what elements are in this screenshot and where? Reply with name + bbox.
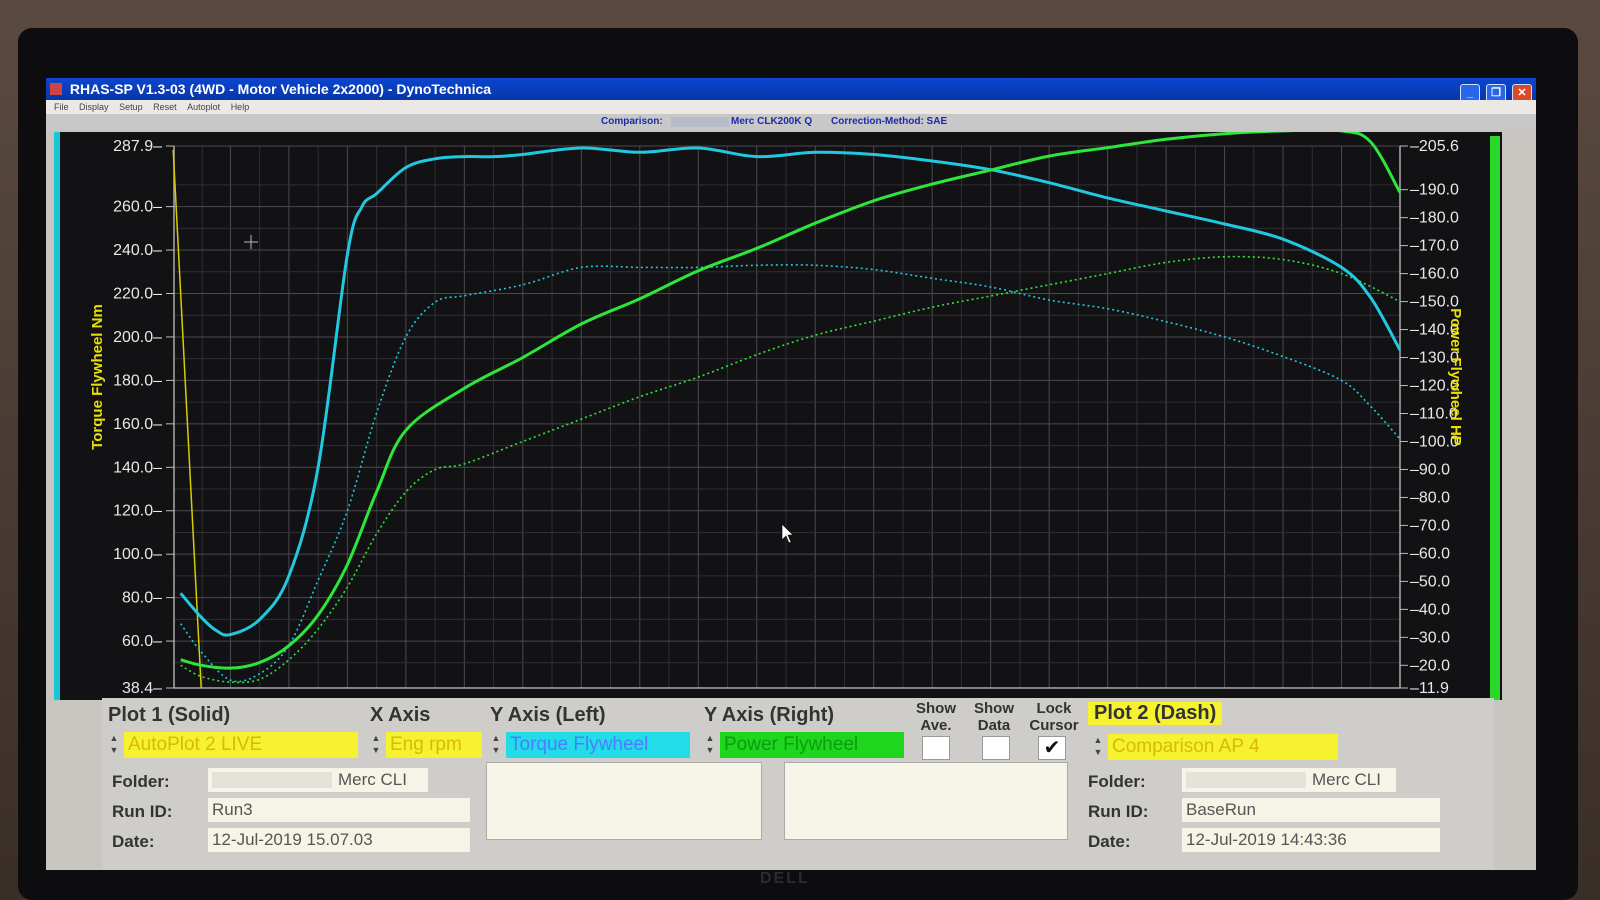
crosshair-icon: [244, 235, 258, 249]
y2-tick-label: –170.0: [1410, 238, 1459, 255]
x-axis-header: X Axis: [370, 704, 431, 726]
info-panel-right: [784, 762, 1068, 840]
y2-tick-label: –30.0: [1410, 629, 1450, 646]
y-right-header: Y Axis (Right): [704, 704, 835, 726]
comparison-name: Merc CLK200K Q: [731, 116, 813, 127]
y-tick-label: 200.0–: [113, 329, 162, 346]
monitor-brand-logo: DELL: [760, 870, 810, 887]
show-data-checkbox[interactable]: [982, 736, 1010, 760]
x-axis-spinner-icon[interactable]: ▲ ▼: [370, 732, 382, 758]
checkmark-icon: ✔: [1043, 737, 1061, 759]
plot1-runid-label: Run ID:: [112, 802, 173, 821]
y2-tick-label: –160.0: [1410, 266, 1459, 283]
menu-bar: File Display Setup Reset Autoplot Help: [46, 100, 1536, 114]
y2-tick-label: –90.0: [1410, 461, 1450, 478]
y-left-select[interactable]: Torque Flywheel: [506, 732, 690, 758]
plot2-date-label: Date:: [1088, 832, 1131, 851]
menu-display[interactable]: Display: [79, 102, 109, 112]
plot1-date-label: Date:: [112, 832, 155, 851]
plot1-date-field: 12-Jul-2019 15.07.03: [208, 828, 470, 852]
show-ave-label: Show Ave.: [916, 700, 956, 734]
y-tick-label: 100.0–: [113, 546, 162, 563]
right-axis-stripe: [1490, 136, 1500, 700]
comparison-label: Comparison:: [601, 116, 663, 127]
title-bar: RHAS-SP V1.3-03 (4WD - Motor Vehicle 2x2…: [46, 78, 1536, 103]
y-right-spinner-icon[interactable]: ▲ ▼: [704, 732, 716, 758]
redacted-block: [212, 772, 332, 788]
mouse-pointer-icon: [781, 523, 794, 544]
control-panel: Plot 1 (Solid) ▲ ▼ AutoPlot 2 LIVE X Axis…: [102, 698, 1494, 870]
dyno-chart[interactable]: 287.9– 260.0– 240.0– 220.0– 200.0– 180.0– 160.…: [54, 132, 1502, 700]
cursor-line: [172, 149, 202, 689]
chart-svg: 287.9– 260.0– 240.0– 220.0– 200.0– 180.0– 160.…: [89, 132, 1464, 700]
show-ave-checkbox[interactable]: [922, 736, 950, 760]
torque-solid-series: [179, 146, 1402, 637]
plot2-folder-field: Merc CLI: [1182, 768, 1396, 792]
y-tick-label: 38.4–: [122, 680, 162, 697]
y2-tick-label: –205.6: [1410, 138, 1459, 155]
y-axis-title: Torque Flywheel Nm: [89, 304, 106, 450]
plot2-runid-label: Run ID:: [1088, 802, 1149, 821]
plot2-runid-field: BaseRun: [1182, 798, 1440, 822]
power-dash-series: [180, 255, 1401, 684]
plot1-folder-label: Folder:: [112, 772, 170, 791]
redacted-block: [1186, 772, 1306, 788]
menu-file[interactable]: File: [54, 102, 69, 112]
menu-help[interactable]: Help: [231, 102, 250, 112]
y2-axis-title: Power Flywheel HP: [1447, 308, 1464, 446]
menu-setup[interactable]: Setup: [119, 102, 143, 112]
plot1-header: Plot 1 (Solid): [108, 704, 231, 726]
y2-tick-label: –40.0: [1410, 601, 1450, 618]
y2-tick-label: –190.0: [1410, 182, 1459, 199]
menu-autoplot[interactable]: Autoplot: [187, 102, 220, 112]
y-tick-label: 180.0–: [113, 372, 162, 389]
plot1-folder-field: Merc CLI: [208, 768, 428, 792]
app-icon: [50, 83, 62, 95]
comparison-bar: Comparison: Merc CLK200K Q Correction-Me…: [46, 114, 1536, 130]
info-panel-left: [486, 762, 762, 840]
lock-cursor-label: Lock Cursor: [1029, 700, 1079, 734]
window-title: RHAS-SP V1.3-03 (4WD - Motor Vehicle 2x2…: [69, 81, 492, 97]
y-tick-label: 220.0–: [113, 286, 162, 303]
y2-tick-label: –80.0: [1410, 489, 1450, 506]
menu-reset[interactable]: Reset: [153, 102, 177, 112]
plot1-autoplot-select[interactable]: AutoPlot 2 LIVE: [124, 732, 358, 758]
plot1-runid-field: Run3: [208, 798, 470, 822]
y-tick-label: 120.0–: [113, 503, 162, 520]
show-data-label: Show Data: [974, 700, 1014, 734]
plot2-spinner-icon[interactable]: ▲ ▼: [1092, 734, 1104, 760]
y2-tick-label: –180.0: [1410, 210, 1459, 227]
y2-tick-label: –11.9: [1410, 680, 1449, 697]
y-tick-label: 260.0–: [113, 199, 162, 216]
y-right-select[interactable]: Power Flywheel: [720, 732, 904, 758]
y-tick-label: 160.0–: [113, 416, 162, 433]
plot1-spinner-icon[interactable]: ▲ ▼: [108, 732, 120, 758]
y2-tick-label: –20.0: [1410, 657, 1450, 674]
y-tick-label: 240.0–: [113, 242, 162, 259]
power-solid-series: [180, 132, 1402, 670]
x-axis-select[interactable]: Eng rpm: [386, 732, 482, 758]
plot2-header: Plot 2 (Dash): [1088, 702, 1223, 725]
y-left-header: Y Axis (Left): [490, 704, 606, 726]
lock-cursor-checkbox[interactable]: ✔: [1038, 736, 1066, 760]
y-left-spinner-icon[interactable]: ▲ ▼: [490, 732, 502, 758]
correction-method: Correction-Method: SAE: [831, 116, 948, 127]
app-window: RHAS-SP V1.3-03 (4WD - Motor Vehicle 2x2…: [46, 78, 1536, 870]
y-tick-label: 80.0–: [122, 590, 162, 607]
y2-tick-label: –70.0: [1410, 517, 1450, 534]
y2-tick-label: –50.0: [1410, 573, 1450, 590]
plot2-folder-label: Folder:: [1088, 772, 1146, 791]
y-tick-label: 60.0–: [122, 633, 162, 650]
y-tick-label: 287.9–: [113, 138, 162, 155]
plot2-comparison-select[interactable]: Comparison AP 4: [1108, 734, 1338, 760]
y2-tick-label: –60.0: [1410, 545, 1450, 562]
comparison-redacted: [671, 117, 729, 127]
y-tick-label: 140.0–: [113, 459, 162, 476]
plot2-date-field: 12-Jul-2019 14:43:36: [1182, 828, 1440, 852]
